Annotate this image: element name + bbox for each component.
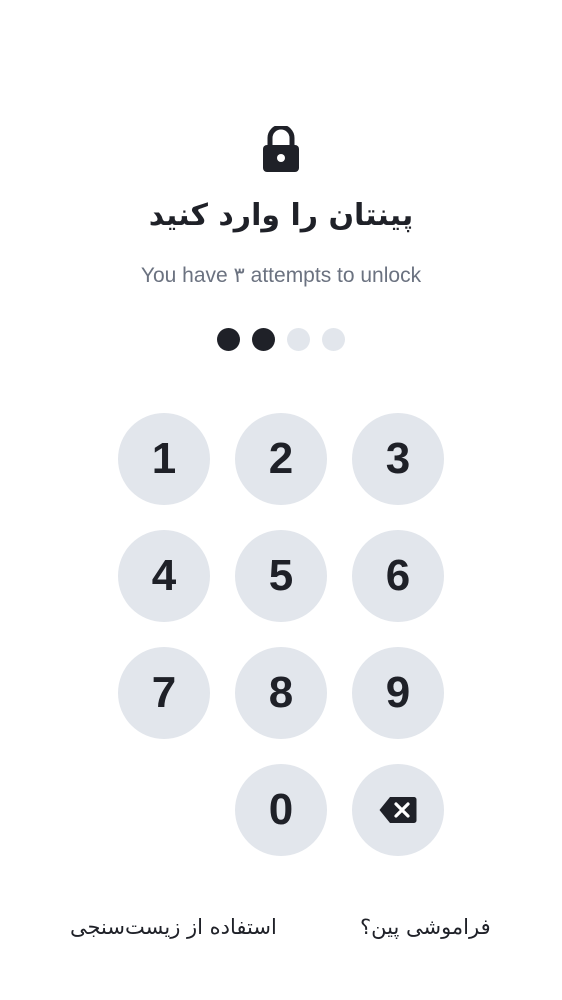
lock-icon [263, 126, 299, 172]
key-5[interactable]: 5 [235, 530, 327, 622]
key-6[interactable]: 6 [352, 530, 444, 622]
page-title: پینتان را وارد کنید [148, 198, 414, 233]
use-biometrics-button[interactable]: استفاده از زیست‌سنجی [70, 915, 277, 939]
pin-indicator [0, 328, 562, 352]
pin-dot [217, 328, 240, 351]
pin-dot [287, 328, 310, 351]
backspace-icon [379, 797, 417, 823]
key-9[interactable]: 9 [352, 647, 444, 739]
pin-dot [252, 328, 275, 351]
key-3[interactable]: 3 [352, 413, 444, 505]
key-8[interactable]: 8 [235, 647, 327, 739]
attempts-message: You have ۳ attempts to unlock [140, 264, 422, 287]
key-7[interactable]: 7 [118, 647, 210, 739]
backspace-button[interactable] [352, 764, 444, 856]
key-2[interactable]: 2 [235, 413, 327, 505]
key-1[interactable]: 1 [118, 413, 210, 505]
forgot-pin-button[interactable]: فراموشی پین؟ [360, 915, 491, 939]
pin-dot [322, 328, 345, 351]
key-0[interactable]: 0 [235, 764, 327, 856]
key-4[interactable]: 4 [118, 530, 210, 622]
